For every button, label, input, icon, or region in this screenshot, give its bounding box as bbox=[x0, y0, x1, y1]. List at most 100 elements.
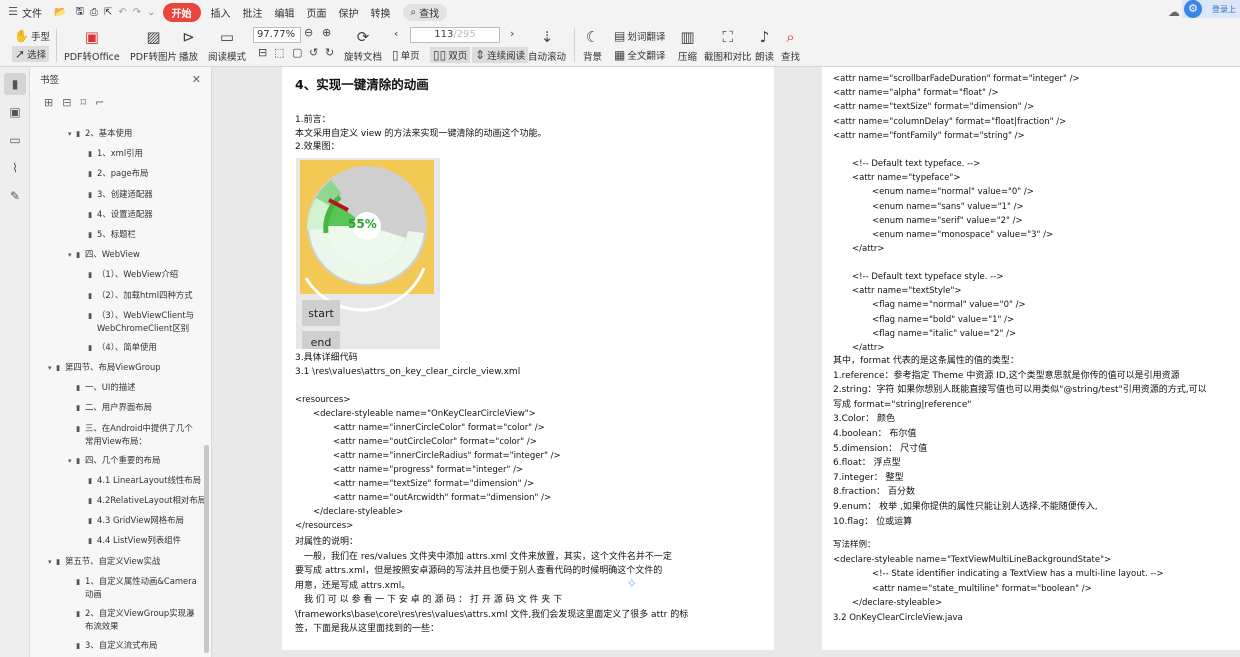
start-button[interactable]: start bbox=[302, 300, 340, 326]
fit-page-icon[interactable]: ⬚ bbox=[274, 46, 284, 59]
compress-button[interactable]: ▥ 压缩 bbox=[678, 28, 697, 63]
pdf-office-icon: ▣ bbox=[84, 28, 99, 46]
zoom-field[interactable]: 97.77% bbox=[253, 27, 301, 43]
play-button[interactable]: ⊳ 播放 bbox=[179, 28, 198, 63]
menu-annotate[interactable]: 批注 bbox=[237, 0, 269, 24]
find-button[interactable]: ⌕ 查找 bbox=[781, 28, 800, 63]
remove-bookmark-icon[interactable]: ⌐ bbox=[95, 96, 104, 109]
bookmark-item[interactable]: ▮ 4.1 LinearLayout线性布局 bbox=[80, 474, 201, 487]
bookmark-item[interactable]: ▮ 3、创建适配器 bbox=[80, 188, 153, 201]
bookmark-item[interactable]: ▮ （2）、加载html四种方式 bbox=[80, 289, 193, 302]
expand-arrow-icon[interactable]: ▾ bbox=[48, 556, 56, 568]
expand-all-icon[interactable]: ⊞ bbox=[44, 96, 53, 109]
add-bookmark-icon[interactable]: ⌑ bbox=[80, 96, 86, 109]
file-menu[interactable]: ☰ 文件 bbox=[0, 0, 48, 24]
menu-page[interactable]: 页面 bbox=[301, 0, 333, 24]
text-line: 6.float： 浮点型 bbox=[833, 458, 901, 469]
menu-edit[interactable]: 编辑 bbox=[269, 0, 301, 24]
bookmark-item[interactable]: ▾ ▮ 第五节、自定义View实战 bbox=[48, 555, 160, 568]
bookmark-item[interactable]: ▮ 1、xml引用 bbox=[80, 147, 143, 160]
select-tool[interactable]: ➚ 选择 bbox=[12, 46, 50, 62]
read-aloud-button[interactable]: ♪ 朗读 bbox=[755, 28, 774, 63]
pdf-image-icon: ▨ bbox=[146, 28, 161, 46]
bookmark-item[interactable]: ▾ ▮ 第四节、布局ViewGroup bbox=[48, 361, 161, 374]
continuous-read-button[interactable]: ⇕ 连续阅读 bbox=[472, 47, 529, 63]
search-button[interactable]: ⌕ 查找 bbox=[402, 3, 448, 21]
screenshot-compare-button[interactable]: ⛶ 截图和对比 bbox=[704, 28, 752, 63]
end-button[interactable]: end bbox=[302, 331, 340, 349]
bookmark-item[interactable]: ▮ 2、自定义ViewGroup实现瀑 布流效果 bbox=[68, 607, 194, 632]
sidebar-scrollbar[interactable] bbox=[204, 445, 209, 653]
close-icon[interactable]: ✕ bbox=[192, 73, 201, 86]
bookmark-item[interactable]: ▾ ▮ 2、基本使用 bbox=[68, 127, 132, 140]
text-line: 4.boolean： 布尔值 bbox=[833, 429, 917, 439]
bookmark-item[interactable]: ▮ 二、用户界面布局 bbox=[68, 401, 152, 414]
zoom-out-icon[interactable]: ⊖ bbox=[304, 26, 313, 39]
zoom-in-icon[interactable]: ⊕ bbox=[322, 26, 331, 39]
expand-arrow-icon[interactable]: ▾ bbox=[68, 249, 76, 261]
bookmark-item[interactable]: ▮ 一、UI的描述 bbox=[68, 381, 135, 394]
expand-arrow-icon[interactable]: ▾ bbox=[48, 362, 56, 374]
open-icon[interactable]: 📂 bbox=[48, 0, 72, 24]
bookmark-item[interactable]: ▮ （3）、WebViewClient与 WebChromeClient区别 bbox=[80, 309, 194, 334]
background-button[interactable]: ☾ 背景 bbox=[583, 28, 602, 63]
bookmark-item[interactable]: ▮ 5、标题栏 bbox=[80, 228, 136, 241]
text-line: 3.Color： 颜色 bbox=[833, 414, 895, 425]
menu-convert[interactable]: 转换 bbox=[365, 0, 397, 24]
single-page-button[interactable]: ▯ 单页 bbox=[392, 48, 420, 62]
export-icon[interactable]: ⇱ bbox=[101, 0, 115, 24]
fit-width-icon[interactable]: ⊟ bbox=[258, 46, 267, 59]
bookmark-item[interactable]: ▮ 4.4 ListView列表组件 bbox=[80, 534, 181, 547]
menu-insert[interactable]: 插入 bbox=[205, 0, 237, 24]
bookmark-item[interactable]: ▮ 1、自定义属性动画&Camera 动画 bbox=[68, 575, 197, 600]
save-icon[interactable]: 🖫 bbox=[72, 0, 87, 24]
hand-tool[interactable]: ✋ 手型 bbox=[14, 29, 50, 43]
thumbnail-panel-icon[interactable]: ▣ bbox=[4, 101, 26, 123]
comment-panel-icon[interactable]: ▭ bbox=[4, 129, 26, 151]
more-icon[interactable]: ⌄ bbox=[144, 0, 158, 24]
rotate-document-button[interactable]: ⟳ 旋转文档 bbox=[344, 28, 382, 63]
bookmark-item[interactable]: ▮ （4）、简单使用 bbox=[80, 341, 157, 354]
pdf-to-office-button[interactable]: ▣ PDF转Office bbox=[64, 28, 120, 63]
pdf-to-image-button[interactable]: ▨ PDF转图片 bbox=[130, 28, 177, 63]
undo-icon[interactable]: ↶ bbox=[115, 0, 129, 24]
bookmark-icon: ▮ bbox=[88, 496, 93, 505]
redo-icon[interactable]: ↷ bbox=[130, 0, 144, 24]
bookmark-item[interactable]: ▾ ▮ 四、几个重要的布局 bbox=[68, 454, 160, 467]
page-number-field[interactable]: 113/295 bbox=[410, 27, 500, 43]
pdf-page-left: 4、实现一键清除的动画 1.前言： 本文采用自定义 view 的方法来实现一键清除… bbox=[282, 67, 774, 650]
login-badge[interactable]: ⚙ 登录上 bbox=[1182, 0, 1240, 18]
bookmark-item[interactable]: ▮ 4.2RelativeLayout相对布局 bbox=[80, 494, 206, 507]
bookmark-item[interactable]: ▮ 2、page布局 bbox=[80, 167, 148, 180]
demo-screenshot: 55% start end bbox=[296, 158, 440, 349]
full-translate-button[interactable]: ▦ 全文翻译 bbox=[614, 48, 665, 62]
bookmark-icon: ▮ bbox=[76, 383, 81, 393]
bookmark-item[interactable]: ▾ ▮ 四、WebView bbox=[68, 248, 140, 261]
crop-icon[interactable]: ▢ bbox=[292, 46, 302, 59]
signature-panel-icon[interactable]: ✎ bbox=[4, 185, 26, 207]
attachment-panel-icon[interactable]: ⌇ bbox=[4, 157, 26, 179]
bookmark-item[interactable]: ▮ 4、设置适配器 bbox=[80, 208, 153, 221]
prev-page-icon[interactable]: ‹ bbox=[394, 27, 398, 40]
text-line: 1.前言： bbox=[295, 115, 331, 125]
menu-home[interactable]: 开始 bbox=[162, 2, 201, 22]
expand-arrow-icon[interactable]: ▾ bbox=[68, 128, 76, 140]
bookmark-item[interactable]: ▮ 3、自定义流式布局 bbox=[68, 639, 157, 652]
next-page-icon[interactable]: › bbox=[510, 27, 514, 40]
menu-protect[interactable]: 保护 bbox=[333, 0, 365, 24]
bookmark-panel-icon[interactable]: ▮ bbox=[4, 73, 26, 95]
print-icon[interactable]: ⎙ bbox=[87, 0, 101, 24]
rotate-right-icon[interactable]: ↻ bbox=[325, 46, 334, 59]
bookmark-item[interactable]: ▮ 4.3 GridView网格布局 bbox=[80, 514, 184, 527]
bookmark-item[interactable]: ▮ 三、在Android中提供了几个 常用View布局： bbox=[68, 422, 193, 447]
rotate-left-icon[interactable]: ↺ bbox=[309, 46, 318, 59]
bookmark-item[interactable]: ▮ （1）、WebView介绍 bbox=[80, 268, 178, 281]
double-page-button[interactable]: ▯▯ 双页 bbox=[430, 47, 471, 63]
collapse-all-icon[interactable]: ⊟ bbox=[62, 96, 71, 109]
auto-scroll-button[interactable]: ⇣ 自动滚动 bbox=[528, 28, 566, 63]
expand-arrow-icon[interactable]: ▾ bbox=[68, 455, 76, 467]
word-translate-button[interactable]: ▤ 划词翻译 bbox=[614, 29, 665, 43]
horizontal-scrollbar[interactable] bbox=[212, 650, 1240, 657]
cloud-icon[interactable]: ☁ bbox=[1168, 5, 1180, 19]
read-mode-button[interactable]: ▭ 阅读模式 bbox=[208, 28, 246, 63]
